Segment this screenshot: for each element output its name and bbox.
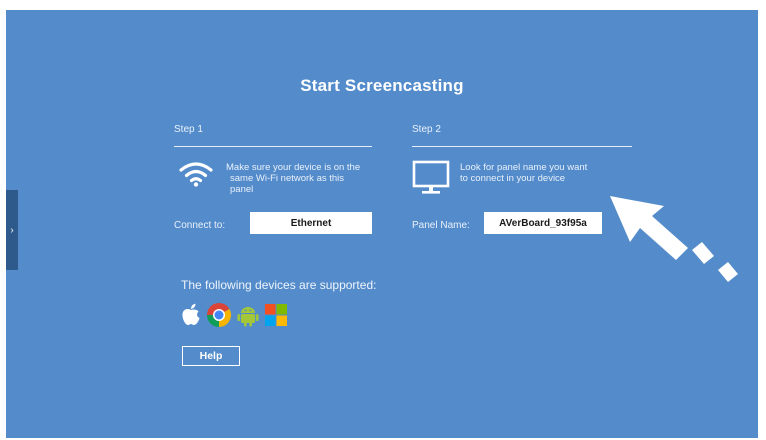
help-button[interactable]: Help xyxy=(182,346,240,366)
step2-description-line: to connect in your device xyxy=(460,173,566,184)
connect-to-label: Connect to: xyxy=(174,220,226,231)
supported-os-icons xyxy=(180,302,288,328)
screencast-screen: › Start Screencasting Step 1 Make sure y… xyxy=(6,10,758,438)
pointer-arrow-icon xyxy=(610,196,738,282)
connect-to-field[interactable]: Ethernet xyxy=(250,212,372,234)
chevron-right-icon: › xyxy=(10,224,14,236)
chrome-icon xyxy=(207,303,232,327)
step1-divider xyxy=(174,146,372,147)
monitor-icon xyxy=(412,160,450,194)
step2-divider xyxy=(412,146,632,147)
step1-description-line: Make sure your device is on the xyxy=(226,162,361,173)
step2-description: Look for panel name you want to connect … xyxy=(460,162,587,184)
android-icon xyxy=(237,307,259,327)
windows-icon xyxy=(265,304,287,326)
step2-description-line: Look for panel name you want xyxy=(460,162,588,173)
supported-devices-text: The following devices are supported: xyxy=(181,278,377,292)
apple-icon xyxy=(182,303,200,325)
step1-label: Step 1 xyxy=(174,124,203,135)
step1-description-line: same Wi-Fi network as this xyxy=(230,173,345,184)
step1-description-line: panel xyxy=(230,184,254,195)
panel-name-field[interactable]: AVerBoard_93f95a xyxy=(484,212,602,234)
wifi-icon xyxy=(179,162,213,187)
step2-label: Step 2 xyxy=(412,124,441,135)
side-panel-toggle[interactable]: › xyxy=(6,190,18,270)
page-title: Start Screencasting xyxy=(300,76,464,95)
panel-name-label: Panel Name: xyxy=(412,220,470,231)
step1-description: Make sure your device is on the same Wi-… xyxy=(226,162,360,195)
